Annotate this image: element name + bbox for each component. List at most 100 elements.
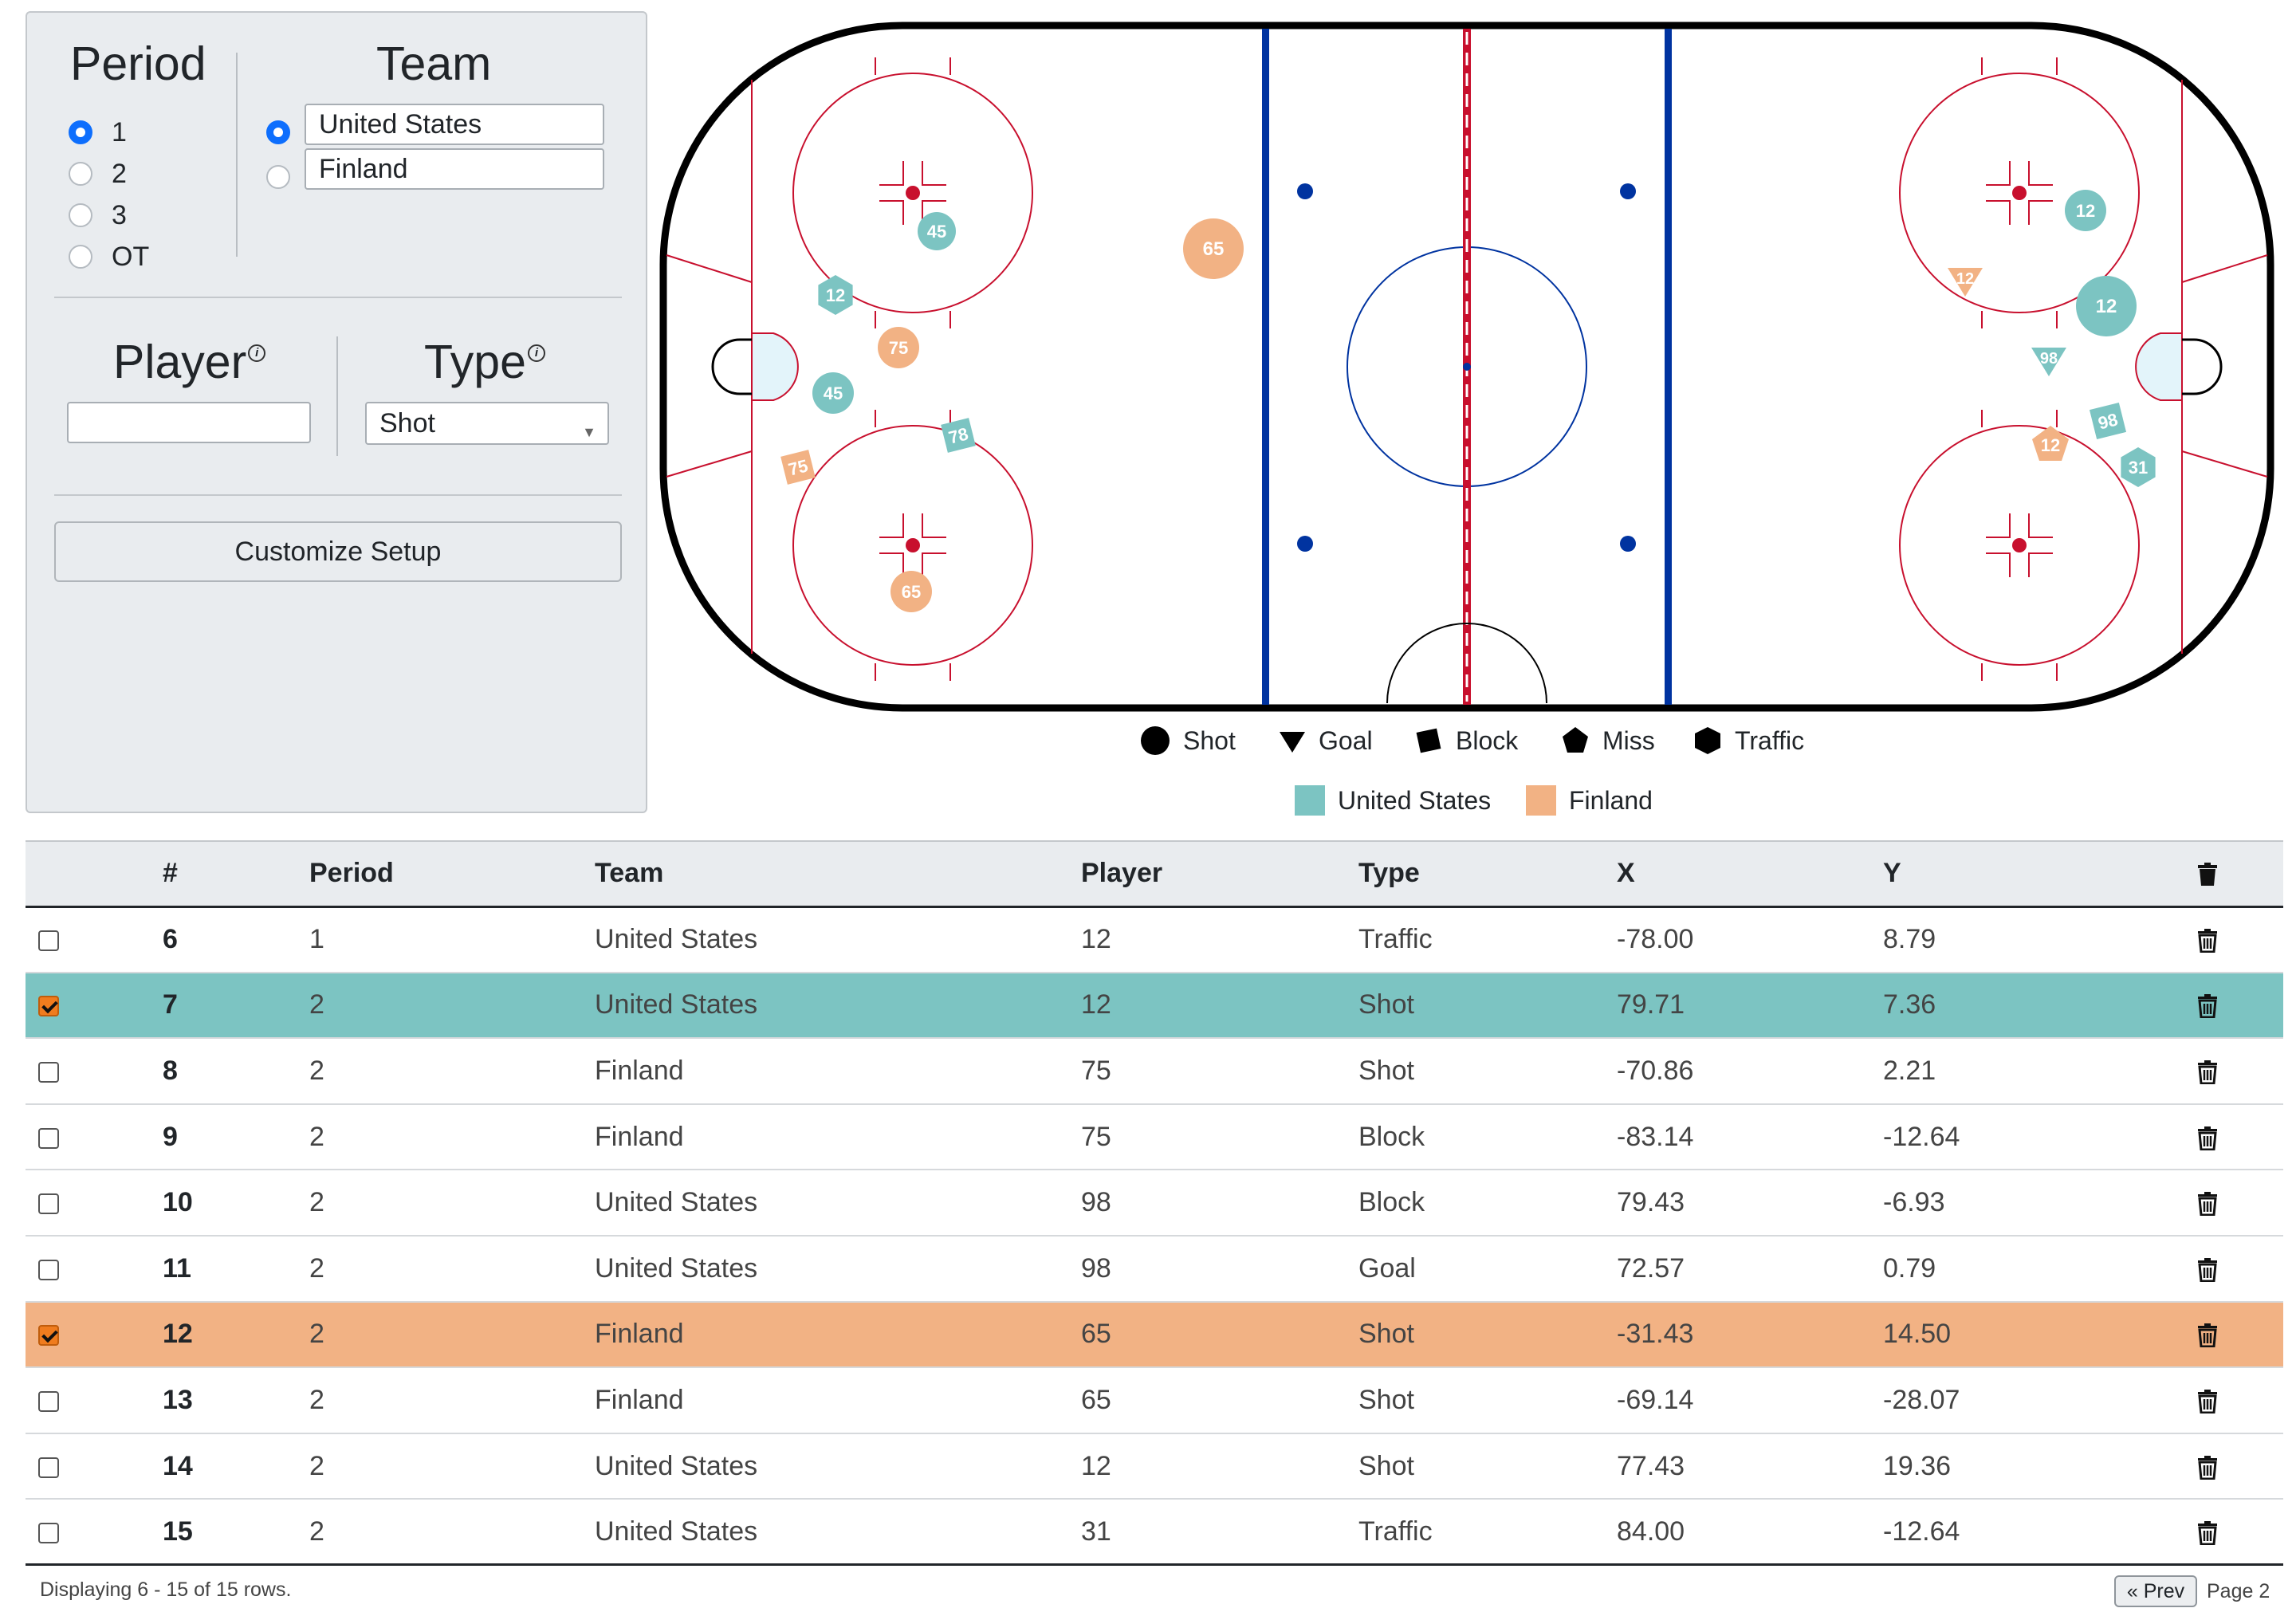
table-row[interactable]: 7 2 United States 12 Shot 79.71 7.36 [26,972,2283,1039]
table-header-row: # Period Team Player Type X Y [26,841,2283,906]
row-delete-cell [2149,1302,2283,1368]
cell-team: Finland [595,1319,684,1350]
trash-icon[interactable] [2197,1455,2218,1480]
legend-item-united-states[interactable]: United States [1295,785,1491,816]
row-checkbox[interactable] [38,1127,59,1149]
period-option-2[interactable]: 2 [69,153,127,195]
cell-period: 2 [309,1121,324,1152]
event-marker[interactable]: 65 [890,571,932,612]
info-icon[interactable]: i [248,344,266,362]
table-row[interactable]: 13 2 Finland 65 Shot -69.14 -28.07 [26,1367,2283,1433]
delete-all-header[interactable] [2149,841,2283,906]
trash-icon[interactable] [2197,1323,2218,1348]
team-option-finland[interactable] [266,156,290,198]
type-heading: Type i [424,335,545,389]
team-radio-us[interactable] [266,120,290,144]
column-header-type[interactable]: Type [1358,841,1617,906]
event-marker[interactable]: 12 [2065,190,2106,231]
column-header-y[interactable]: Y [1883,841,2149,906]
trash-icon[interactable] [2197,1126,2218,1150]
info-icon[interactable]: i [527,344,545,362]
row-checkbox[interactable] [38,1062,59,1083]
trash-icon[interactable] [2197,1389,2218,1413]
column-header-number[interactable]: # [163,841,309,906]
customize-setup-button[interactable]: Customize Setup [54,521,622,582]
cell-player: 65 [1081,1384,1111,1415]
type-select[interactable]: Shot ▼ [365,402,609,445]
cell-type: Shot [1358,1319,1414,1350]
legend-item-goal[interactable]: Goal [1279,725,1373,756]
faceoff-dot [1297,536,1313,552]
cell-team: Finland [595,1384,684,1415]
column-header-period[interactable]: Period [309,841,595,906]
team-name-input-us[interactable]: United States [305,104,604,145]
period-option-3[interactable]: 3 [69,195,127,236]
row-checkbox[interactable] [38,996,59,1017]
period-radio-1[interactable] [69,120,92,144]
table-row[interactable]: 8 2 Finland 75 Shot -70.86 2.21 [26,1038,2283,1104]
trash-icon[interactable] [2197,1257,2218,1282]
legend-item-miss[interactable]: Miss [1561,725,1655,756]
center-dot [1463,363,1471,371]
cell-period: 2 [309,1319,324,1350]
team-radio-finland[interactable] [266,165,290,189]
blue-line-right [1665,29,1672,705]
team-name-input-finland[interactable]: Finland [305,148,604,190]
cell-y: 7.36 [1883,989,1936,1020]
event-marker[interactable]: 75 [878,327,919,368]
table-row[interactable]: 11 2 United States 98 Goal 72.57 0.79 [26,1236,2283,1302]
trash-icon[interactable] [2197,929,2218,953]
player-input[interactable] [67,402,311,443]
row-checkbox[interactable] [38,1390,59,1412]
event-marker[interactable]: 65 [1183,218,1244,279]
period-radio-3[interactable] [69,203,92,227]
trash-icon[interactable] [2197,1192,2218,1217]
hockey-rink[interactable]: 45 12 75 45 78 75 65 65 12 12 12 98 98 1… [654,16,2280,718]
trash-icon[interactable] [2197,1060,2218,1084]
cell-type: Shot [1358,1055,1414,1086]
row-checkbox[interactable] [38,930,59,952]
block-square-icon [1414,725,1443,756]
event-marker[interactable]: 45 [812,372,854,414]
row-checkbox[interactable] [38,1325,59,1347]
select-column-header [26,841,163,906]
column-header-team[interactable]: Team [595,841,1081,906]
column-header-x[interactable]: X [1617,841,1883,906]
row-checkbox[interactable] [38,1522,59,1543]
row-checkbox[interactable] [38,1193,59,1215]
table-row[interactable]: 6 1 United States 12 Traffic -78.00 8.79 [26,906,2283,973]
period-option-1[interactable]: 1 [69,112,127,153]
legend-item-block[interactable]: Block [1414,725,1518,756]
table-row[interactable]: 14 2 United States 12 Shot 77.43 19.36 [26,1433,2283,1500]
page-indicator: Page 2 [2207,1580,2270,1602]
event-marker[interactable]: 12 [2076,276,2137,336]
row-checkbox[interactable] [38,1259,59,1280]
divider [336,336,338,456]
trash-icon[interactable] [2197,994,2218,1019]
divider [54,297,622,298]
table-row[interactable]: 9 2 Finland 75 Block -83.14 -12.64 [26,1104,2283,1170]
trash-icon[interactable] [2197,1520,2218,1545]
period-option-label: 2 [112,158,127,189]
cell-y: 0.79 [1883,1252,1936,1284]
column-header-player[interactable]: Player [1081,841,1358,906]
legend-item-shot[interactable]: Shot [1140,725,1236,756]
event-marker-label: 12 [2076,201,2095,221]
period-radio-ot[interactable] [69,245,92,269]
period-option-label: 1 [112,116,127,147]
table-row[interactable]: 10 2 United States 98 Block 79.43 -6.93 [26,1170,2283,1236]
legend-item-traffic[interactable]: Traffic [1693,725,1804,756]
period-option-ot[interactable]: OT [69,236,149,277]
type-heading-text: Type [424,336,526,388]
table-row[interactable]: 12 2 Finland 65 Shot -31.43 14.50 [26,1301,2283,1368]
row-checkbox[interactable] [38,1457,59,1478]
table-row[interactable]: 15 2 United States 31 Traffic 84.00 -12.64 [26,1499,2283,1565]
cell-y: 2.21 [1883,1055,1936,1086]
trash-icon[interactable] [2197,863,2218,887]
team-option-us[interactable] [266,112,290,153]
period-radio-2[interactable] [69,162,92,186]
faceoff-dot [1297,183,1313,199]
prev-page-button[interactable]: « Prev [2114,1575,2197,1607]
event-marker[interactable]: 45 [918,212,956,250]
legend-item-finland[interactable]: Finland [1526,785,1653,816]
